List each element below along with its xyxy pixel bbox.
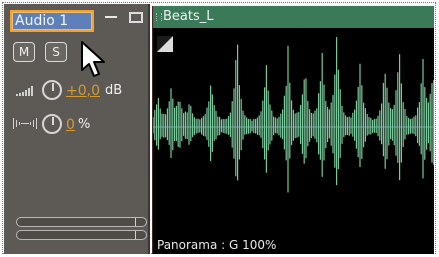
volume-value[interactable]: +0,0 bbox=[66, 83, 100, 99]
solo-button[interactable]: S bbox=[45, 42, 67, 62]
pan-unit: % bbox=[78, 117, 91, 132]
slider-divider bbox=[135, 231, 136, 239]
volume-unit: dB bbox=[105, 83, 123, 98]
maximize-icon[interactable] bbox=[129, 12, 143, 23]
pan-knob-icon[interactable] bbox=[42, 114, 62, 134]
mute-button[interactable]: M bbox=[13, 42, 35, 62]
track-name-text: Audio 1 bbox=[15, 13, 69, 29]
minimize-icon[interactable] bbox=[105, 16, 117, 18]
waveform bbox=[153, 36, 434, 193]
track-slider-top[interactable] bbox=[16, 217, 147, 227]
track-slider-bottom[interactable] bbox=[16, 230, 147, 240]
slider-divider bbox=[135, 218, 136, 226]
panorama-label: Panorama : G 100% bbox=[157, 238, 277, 252]
volume-bars-icon bbox=[16, 86, 33, 96]
stereo-pan-icon bbox=[13, 118, 37, 129]
clip-grip-icon[interactable] bbox=[156, 13, 162, 21]
clip-header[interactable]: Beats_L bbox=[153, 6, 434, 28]
audio-clip[interactable]: Beats_L Panorama : G 100% bbox=[152, 6, 434, 254]
mouse-pointer-icon bbox=[81, 41, 105, 77]
pan-value[interactable]: 0 bbox=[66, 117, 75, 133]
volume-knob-icon[interactable] bbox=[42, 80, 62, 100]
clip-title: Beats_L bbox=[163, 9, 214, 24]
solo-label: S bbox=[52, 45, 60, 59]
mute-label: M bbox=[18, 45, 30, 59]
track-name-field[interactable]: Audio 1 bbox=[10, 10, 94, 32]
